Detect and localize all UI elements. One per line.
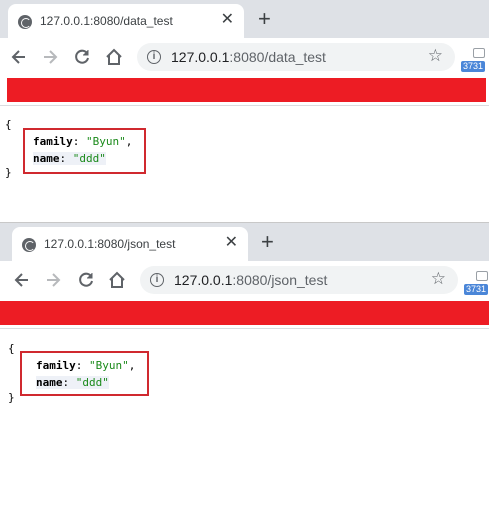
tab-data-test[interactable]: 127.0.0.1:8080/data_test ✕ [8, 4, 244, 38]
star-icon[interactable]: ☆ [428, 46, 443, 66]
json-close-brace: } [5, 166, 12, 179]
extension-badge: 3731 [464, 284, 489, 295]
extension-icon[interactable]: 3731 [464, 271, 489, 295]
star-icon[interactable]: ☆ [431, 269, 446, 289]
extension-badge: 3731 [461, 61, 486, 72]
json-viewer: { family: "Byun", name: "ddd" } [0, 329, 489, 506]
highlight-box: family: "Byun", name: "ddd" [20, 351, 149, 396]
bookmarks-bar [0, 76, 489, 106]
reload-icon[interactable] [76, 270, 96, 290]
json-close-brace: } [8, 391, 15, 404]
globe-icon [22, 238, 36, 252]
address-bar[interactable]: i 127.0.0.1:8080/json_test ☆ [140, 266, 458, 294]
tab-title: 127.0.0.1:8080/data_test [40, 14, 173, 28]
plus-icon[interactable]: + [261, 231, 274, 253]
toolbar: i 127.0.0.1:8080/data_test ☆ 3731 [0, 38, 489, 76]
url-text[interactable]: 127.0.0.1:8080/data_test [171, 49, 326, 65]
json-name-row: name: "ddd" [36, 376, 109, 389]
close-icon[interactable]: ✕ [221, 12, 234, 28]
home-icon[interactable] [104, 47, 124, 67]
globe-icon [18, 15, 32, 29]
toolbar: i 127.0.0.1:8080/json_test ☆ 3731 [0, 261, 489, 299]
url-text[interactable]: 127.0.0.1:8080/json_test [174, 272, 327, 288]
forward-arrow-icon[interactable] [43, 270, 63, 290]
home-icon[interactable] [107, 270, 127, 290]
redacted-bookmarks [0, 301, 489, 325]
back-arrow-icon[interactable] [12, 270, 32, 290]
bookmarks-bar [0, 299, 489, 329]
json-family-row: family: "Byun", [33, 135, 133, 148]
reload-icon[interactable] [72, 47, 92, 67]
json-family-row: family: "Byun", [36, 359, 136, 372]
json-open-brace: { [8, 342, 15, 355]
tab-strip: 127.0.0.1:8080/data_test ✕ + [0, 0, 489, 38]
address-bar[interactable]: i 127.0.0.1:8080/data_test ☆ [137, 43, 455, 71]
extension-icon[interactable]: 3731 [461, 48, 489, 72]
plus-icon[interactable]: + [258, 8, 271, 30]
back-arrow-icon[interactable] [9, 47, 29, 67]
close-icon[interactable]: ✕ [225, 235, 238, 251]
json-open-brace: { [5, 118, 12, 131]
tab-strip: 127.0.0.1:8080/json_test ✕ + [0, 223, 489, 261]
browser-window-json-test: 127.0.0.1:8080/json_test ✕ + i 127.0.0.1… [0, 222, 489, 506]
forward-arrow-icon[interactable] [40, 47, 60, 67]
json-name-row: name: "ddd" [33, 152, 106, 165]
json-viewer: { family: "Byun", name: "ddd" } [0, 106, 489, 212]
info-icon[interactable]: i [147, 50, 161, 64]
highlight-box: family: "Byun", name: "ddd" [23, 128, 146, 174]
browser-window-data-test: 127.0.0.1:8080/data_test ✕ + i 127.0.0.1… [0, 0, 489, 212]
tab-json-test[interactable]: 127.0.0.1:8080/json_test ✕ [12, 227, 248, 261]
tab-title: 127.0.0.1:8080/json_test [44, 237, 176, 251]
info-icon[interactable]: i [150, 273, 164, 287]
redacted-bookmarks [7, 78, 486, 102]
